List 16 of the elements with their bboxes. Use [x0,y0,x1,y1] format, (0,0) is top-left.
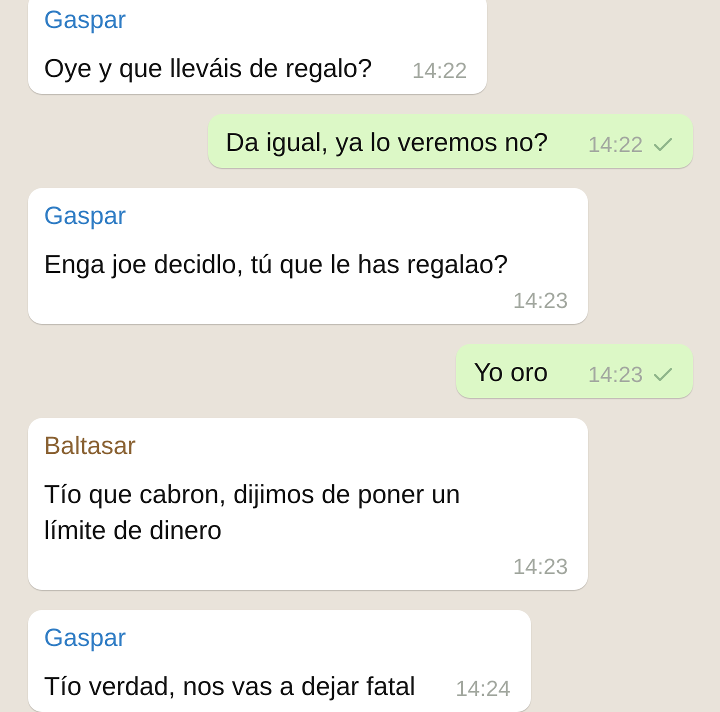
message-text: Enga joe decidlo, tú que le has regalao? [44,248,508,281]
message-text: Tío que cabron, dijimos de poner un límite de dinero [44,478,462,547]
sender-name: Gaspar [44,623,127,654]
message-text: Yo oro [474,356,548,389]
message-time: 14:24 [455,676,510,702]
sender-name: Baltasar [44,431,137,462]
sender-name: Gaspar [44,5,127,36]
message-time: 14:22 [588,132,643,158]
message-time: 14:23 [512,288,568,314]
message-time: 14:22 [412,58,468,84]
message-text: Da igual, ya lo veremos no? [226,126,548,159]
sender-name: Gaspar [44,201,127,232]
message-time: 14:23 [512,554,568,580]
message-text: Tío verdad, nos vas a dejar fatal [44,670,416,703]
message-time: 14:23 [588,362,643,388]
message-text: Oye y que lleváis de regalo? [44,52,372,85]
